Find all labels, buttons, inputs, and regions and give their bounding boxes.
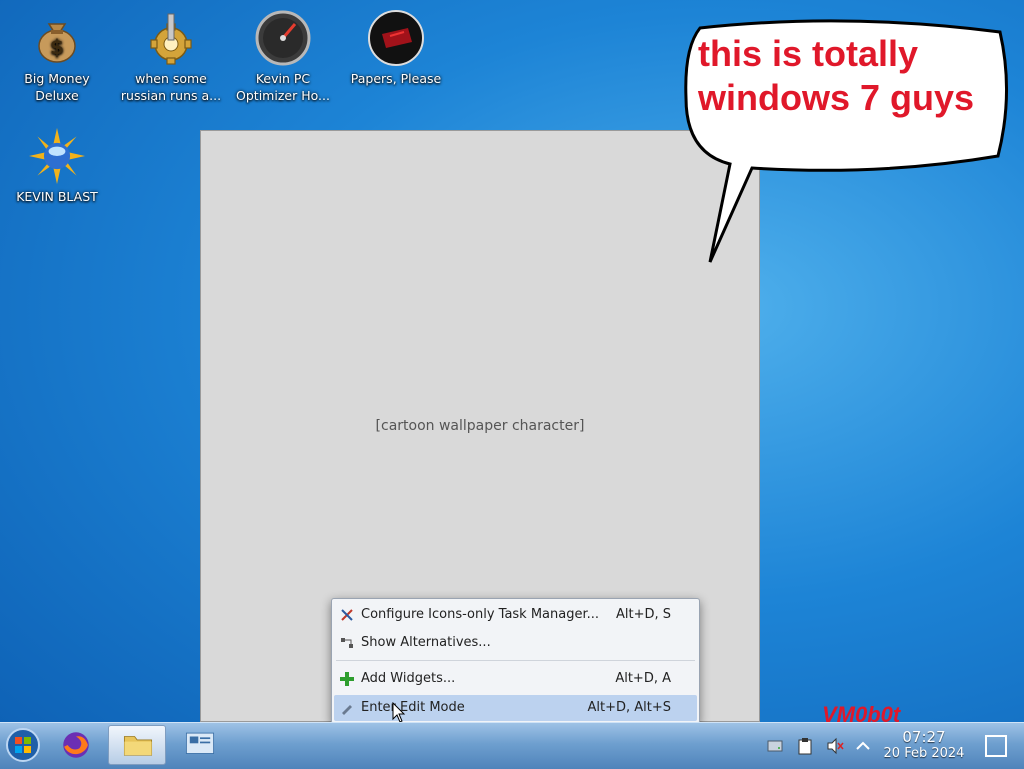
desktop-icon-big-money-deluxe[interactable]: $ Big Money Deluxe	[2, 10, 112, 104]
firefox-icon	[63, 732, 89, 758]
menu-separator	[336, 660, 695, 661]
desktop[interactable]: [cartoon wallpaper character] $ Big Mone…	[0, 0, 1024, 727]
clock-time: 07:27	[902, 728, 946, 746]
menu-item-label: Configure Icons-only Task Manager...	[361, 607, 600, 622]
desktop-icon-papers-please[interactable]: Papers, Please	[341, 10, 451, 87]
clock-date: 20 Feb 2024	[883, 746, 965, 761]
desktop-icon-kevin-pc-optimizer[interactable]: Kevin PC Optimizer Ho...	[228, 10, 338, 104]
menu-item-add-widgets[interactable]: Add Widgets... Alt+D, A	[334, 666, 697, 692]
desktop-icon-kevin-blast[interactable]: KEVIN BLAST	[2, 128, 112, 205]
menu-item-show-alternatives[interactable]: Show Alternatives...	[334, 630, 697, 656]
taskbar-file-manager[interactable]	[108, 725, 166, 765]
disk-icon[interactable]	[766, 737, 784, 755]
start-button[interactable]	[0, 725, 46, 765]
menu-item-shortcut: Alt+D, Alt+S	[587, 700, 671, 715]
chevron-up-icon[interactable]	[854, 737, 872, 755]
desktop-icon-label: Big Money Deluxe	[24, 71, 90, 103]
speech-bubble: this is totally windows 7 guys	[680, 18, 1010, 263]
menu-item-configure-task-manager[interactable]: Configure Icons-only Task Manager... Alt…	[334, 602, 697, 628]
taskbar-system-settings[interactable]	[174, 725, 226, 765]
money-bag-icon: $	[38, 23, 76, 63]
folder-icon	[123, 736, 153, 756]
papers-please-icon	[368, 10, 424, 66]
desktop-icon-label: Kevin PC Optimizer Ho...	[236, 71, 330, 103]
menu-item-label: Enter Edit Mode	[361, 700, 465, 715]
taskbar: 07:27 20 Feb 2024	[0, 722, 1024, 769]
wallpaper-art-caption: [cartoon wallpaper character]	[375, 418, 585, 434]
svg-text:$: $	[50, 35, 64, 59]
menu-item-label: Show Alternatives...	[361, 635, 491, 650]
clock[interactable]: 07:27 20 Feb 2024	[876, 728, 972, 762]
taskbar-firefox[interactable]	[50, 725, 102, 765]
menu-item-shortcut: Alt+D, A	[615, 671, 671, 686]
show-desktop-icon[interactable]	[984, 734, 1008, 758]
mouse-cursor-icon	[392, 702, 406, 723]
menu-item-shortcut: Alt+D, S	[615, 607, 671, 622]
edit-icon	[342, 705, 352, 715]
desktop-icon-russian[interactable]: when some russian runs a...	[116, 10, 226, 104]
windows-orb-icon	[6, 728, 40, 762]
desktop-icon-label: KEVIN BLAST	[16, 189, 98, 204]
add-icon	[340, 672, 354, 686]
gear-icon	[150, 13, 192, 65]
sun-globe-icon	[29, 128, 85, 184]
clipboard-icon[interactable]	[796, 737, 814, 755]
menu-item-enter-edit-mode[interactable]: Enter Edit Mode Alt+D, Alt+S	[334, 695, 697, 721]
speech-bubble-text: this is totally windows 7 guys	[698, 33, 975, 118]
desktop-icon-label: when some russian runs a...	[120, 71, 222, 103]
configure-icon	[341, 609, 353, 621]
settings-icon	[185, 732, 215, 754]
menu-item-label: Add Widgets...	[361, 671, 456, 686]
volume-muted-icon[interactable]	[826, 737, 844, 755]
alternatives-icon	[341, 638, 353, 648]
desktop-icon-label: Papers, Please	[350, 71, 442, 86]
context-menu: Configure Icons-only Task Manager... Alt…	[331, 598, 700, 724]
speedometer-icon	[255, 10, 311, 66]
